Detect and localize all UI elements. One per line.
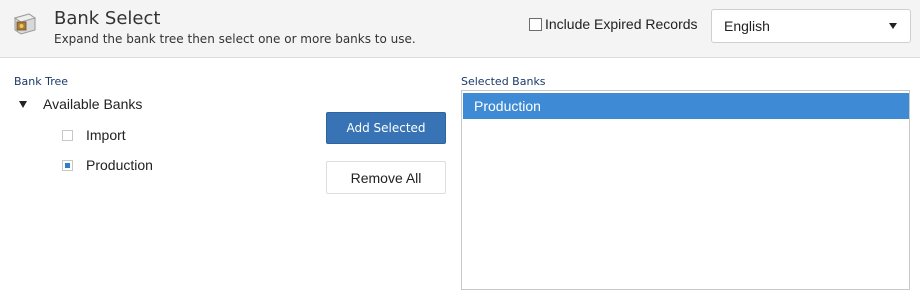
page-title: Bank Select [54, 8, 161, 29]
include-expired-toggle[interactable]: Include Expired Records [529, 16, 698, 32]
production-checkbox[interactable] [62, 159, 73, 171]
tree-node-label: Available Banks [43, 96, 143, 112]
bank-vault-icon [13, 13, 37, 35]
bank-tree-label: Bank Tree [14, 75, 69, 88]
tree-item-import[interactable]: Import [62, 127, 126, 143]
add-selected-button[interactable]: Add Selected [326, 112, 446, 144]
tree-item-label: Import [86, 127, 126, 143]
include-expired-checkbox[interactable] [529, 17, 542, 31]
import-checkbox[interactable] [62, 129, 73, 141]
remove-all-button[interactable]: Remove All [326, 161, 446, 194]
language-value: English [724, 18, 770, 34]
tree-item-production[interactable]: Production [62, 157, 153, 173]
include-expired-label: Include Expired Records [545, 16, 698, 32]
tree-node-available-banks[interactable]: Available Banks [19, 96, 142, 112]
chevron-down-icon [889, 23, 897, 29]
selected-banks-label: Selected Banks [461, 75, 546, 88]
selected-banks-list[interactable]: Production [461, 90, 910, 290]
tree-item-label: Production [86, 157, 153, 173]
expand-caret-icon[interactable] [19, 100, 27, 108]
page-header: Bank Select Expand the bank tree then se… [0, 0, 920, 58]
language-select[interactable]: English [711, 9, 911, 43]
page-subtitle: Expand the bank tree then select one or … [54, 32, 416, 46]
selected-bank-item[interactable]: Production [463, 93, 909, 119]
